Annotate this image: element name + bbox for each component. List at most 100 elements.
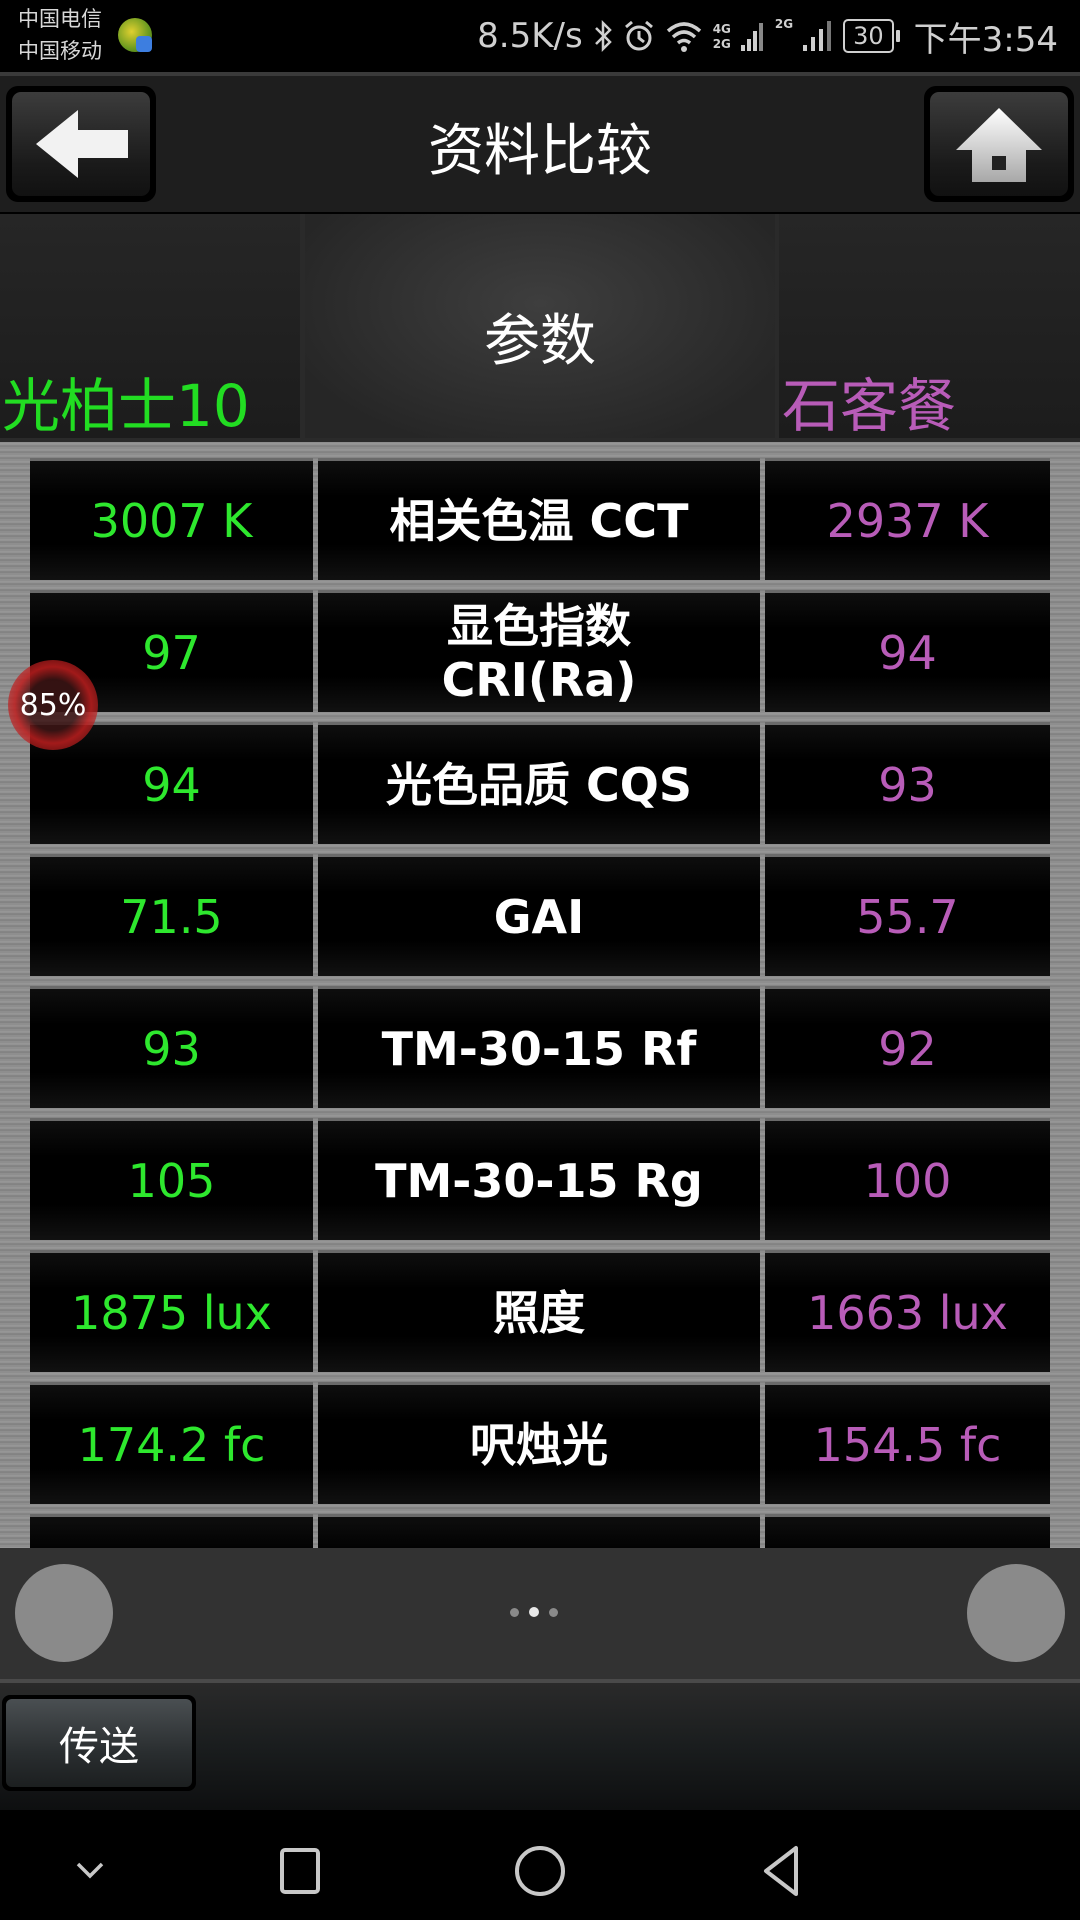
previous-page-button[interactable] — [15, 1564, 113, 1662]
value-b: 154.5 fc — [813, 1417, 1002, 1472]
value-a: 93 — [142, 1021, 201, 1076]
device-b-value: 154.5 fc — [765, 1382, 1050, 1504]
table-row: 97 显色指数 CRI(Ra) 94 — [30, 584, 1050, 712]
parameter-name: 照度 — [318, 1250, 760, 1372]
value-b: 100 — [863, 1153, 952, 1208]
device-a-value: 93 — [30, 986, 313, 1108]
value-a: 174.2 fc — [77, 1417, 266, 1472]
device-a-value: 3007 K — [30, 458, 313, 580]
bluetooth-icon — [594, 19, 612, 53]
carrier-2: 中国移动 — [18, 39, 102, 63]
parameter-name: 显色指数 CRI(Ra) — [318, 590, 760, 712]
home-icon — [956, 108, 1042, 182]
recents-icon[interactable] — [270, 1840, 330, 1900]
value-a: 3007 K — [90, 493, 253, 548]
value-a: 1875 lux — [71, 1285, 272, 1340]
home-circle-icon[interactable] — [510, 1840, 570, 1900]
alarm-icon — [624, 20, 653, 51]
param-label: GAI — [493, 889, 585, 944]
value-b: 1663 lux — [807, 1285, 1008, 1340]
parameter-name: TM-30-15 Rf — [318, 986, 760, 1108]
status-bar: 中国电信 中国移动 8.5K/s 4G 2G 2G 30 下午3:54 — [0, 0, 1080, 72]
device-a-value: 1875 lux — [30, 1250, 313, 1372]
table-row: 3007 K 相关色温 CCT 2937 K — [30, 452, 1050, 580]
param-label: 相关色温 CCT — [389, 493, 689, 548]
value-b: 94 — [878, 625, 937, 680]
chevron-down-icon[interactable] — [60, 1840, 120, 1900]
table-row: 71.5 GAI 55.7 — [30, 848, 1050, 976]
battery-icon: 30 — [843, 19, 900, 53]
device-b-name: 石客餐 — [782, 372, 957, 440]
device-b-value: 2937 K — [765, 458, 1050, 580]
value-b: 2937 K — [826, 493, 989, 548]
table-row: 105 TM-30-15 Rg 100 — [30, 1112, 1050, 1240]
table-row: 1875 lux 照度 1663 lux — [30, 1244, 1050, 1372]
parameter-name: GAI — [318, 854, 760, 976]
value-b: 55.7 — [856, 889, 959, 944]
send-button-label: 传送 — [6, 1699, 192, 1787]
pager-panel — [0, 1548, 1080, 1683]
net-speed: 8.5K/s — [477, 16, 583, 56]
parameter-name — [318, 1514, 760, 1548]
home-button[interactable] — [924, 86, 1074, 202]
param-label: 呎烛光 — [470, 1417, 608, 1472]
next-page-button[interactable] — [967, 1564, 1065, 1662]
device-b-value: 93 — [765, 722, 1050, 844]
value-a: 97 — [142, 625, 201, 680]
signal-icon — [740, 23, 763, 51]
device-b-value: 100 — [765, 1118, 1050, 1240]
value-a: 105 — [127, 1153, 216, 1208]
param-label: 照度 — [493, 1285, 585, 1340]
back-triangle-icon[interactable] — [750, 1840, 810, 1900]
table-row — [30, 1508, 1050, 1548]
table-row: 94 光色品质 CQS 93 — [30, 716, 1050, 844]
parameter-label: 参数 — [484, 309, 596, 374]
parameter-name: 相关色温 CCT — [318, 458, 760, 580]
page-indicator — [510, 1607, 558, 1617]
value-b: 93 — [878, 757, 937, 812]
system-nav-bar — [0, 1810, 1080, 1920]
title-bar: 资料比较 — [0, 72, 1080, 212]
column-header: 光柏士10 参数 石客餐 — [0, 214, 1080, 442]
value-a: 71.5 — [120, 889, 223, 944]
message-badge-icon — [136, 36, 152, 52]
device-a-value — [30, 1514, 313, 1548]
device-b-value: 94 — [765, 590, 1050, 712]
parameter-name: 光色品质 CQS — [318, 722, 760, 844]
dual-signal-icon: 4G 2G — [713, 23, 731, 50]
value-a: 94 — [142, 757, 201, 812]
device-a-value: 105 — [30, 1118, 313, 1240]
page-dot[interactable] — [510, 1608, 519, 1617]
table-row: 93 TM-30-15 Rf 92 — [30, 980, 1050, 1108]
comparison-table[interactable]: 3007 K 相关色温 CCT 2937 K 97 显色指数 CRI(Ra) 9… — [0, 442, 1080, 1548]
device-b-value: 1663 lux — [765, 1250, 1050, 1372]
device-a-value: 71.5 — [30, 854, 313, 976]
status-indicators: 8.5K/s 4G 2G 2G 30 下午3:54 — [477, 14, 1058, 60]
table-row: 174.2 fc 呎烛光 154.5 fc — [30, 1376, 1050, 1504]
clock: 下午3:54 — [913, 19, 1058, 60]
device-b-value — [765, 1514, 1050, 1548]
device-b-value: 55.7 — [765, 854, 1050, 976]
floating-percent-badge[interactable]: 85% — [8, 660, 98, 750]
page-dot[interactable] — [549, 1608, 558, 1617]
param-label: 光色品质 CQS — [385, 757, 692, 812]
device-a-value: 174.2 fc — [30, 1382, 313, 1504]
percent-label: 85% — [19, 687, 87, 723]
net-type-3: 2G — [774, 17, 794, 31]
page-title: 资料比较 — [428, 119, 652, 184]
action-bar: 传送 — [0, 1683, 1080, 1810]
net-type-2: 2G — [712, 36, 731, 51]
param-label: TM-30-15 Rf — [381, 1021, 697, 1076]
signal-icon — [803, 21, 832, 51]
send-button[interactable]: 传送 — [2, 1695, 196, 1791]
net-type-1: 4G — [712, 21, 731, 36]
device-b-value: 92 — [765, 986, 1050, 1108]
parameter-name: TM-30-15 Rg — [318, 1118, 760, 1240]
value-b: 92 — [878, 1021, 937, 1076]
wifi-icon — [666, 22, 701, 52]
carrier-1: 中国电信 — [18, 7, 102, 31]
param-label: TM-30-15 Rg — [375, 1153, 703, 1208]
device-a-name: 光柏士10 — [2, 372, 250, 440]
page-dot-active[interactable] — [529, 1607, 539, 1617]
parameter-name: 呎烛光 — [318, 1382, 760, 1504]
